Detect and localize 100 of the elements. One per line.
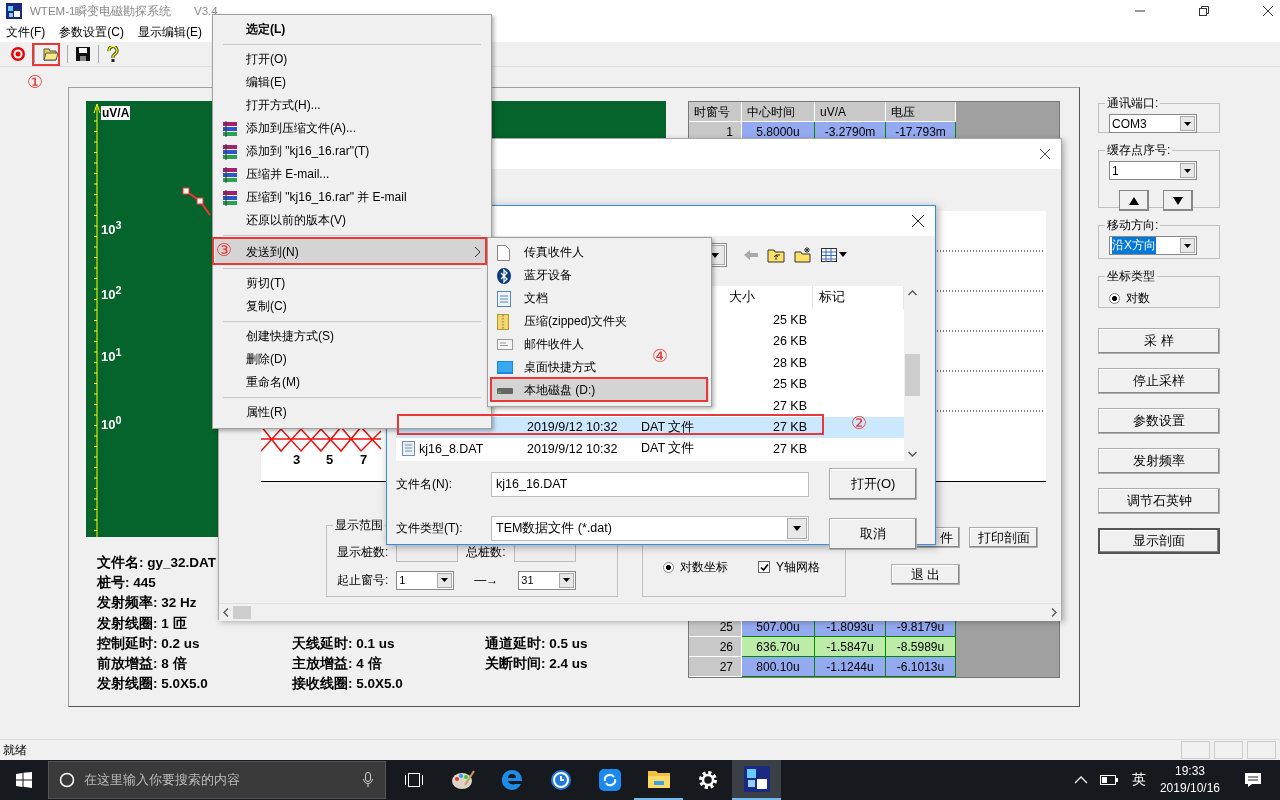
radio-button[interactable] (663, 561, 674, 573)
dropdown-button[interactable] (1180, 238, 1195, 253)
action-button[interactable]: 发射频率 (1098, 448, 1220, 474)
clock-date[interactable]: 2019/10/16 (1159, 780, 1220, 797)
menu-item[interactable]: 添加到 "kj16_16.rar"(T) (215, 140, 489, 163)
search-field[interactable]: 在这里输入你要搜索的内容 (48, 761, 386, 799)
action-button[interactable]: 停止采样 (1098, 368, 1220, 394)
chevron-down-icon[interactable] (908, 451, 917, 457)
action-button[interactable]: 参数设置 (1098, 408, 1220, 434)
column-header[interactable]: 大小 (723, 286, 813, 309)
info-text: 关断时间: 2.4 us (485, 655, 588, 674)
clock-time[interactable]: 19:33 (1174, 763, 1205, 780)
down-button[interactable] (1163, 190, 1193, 211)
menu-item[interactable]: 压缩(zipped)文件夹 (490, 310, 632, 333)
notification-icon[interactable] (1244, 772, 1262, 788)
file-icon (402, 441, 415, 457)
tick-label: 10$^{2}$ (101, 284, 122, 303)
restore-icon[interactable] (1198, 5, 1210, 17)
target-icon[interactable] (10, 46, 26, 62)
menu-item[interactable]: 删除(D) (215, 348, 489, 371)
caret-icon (1184, 168, 1191, 173)
action-button[interactable]: 调节石英钟 (1098, 488, 1220, 514)
radio-button[interactable] (1109, 292, 1120, 304)
axis-label: uV/A (101, 106, 131, 120)
menu-item[interactable]: 压缩到 "kj16_16.rar" 并 E-mail (215, 186, 489, 209)
checkbox[interactable] (758, 561, 770, 573)
file-row[interactable]: kj16_8.DAT 2019/9/12 10:32 DAT 文件 27 KB (396, 438, 904, 460)
dropdown-button[interactable] (1180, 116, 1195, 131)
action-button[interactable]: 显示剖面 (1098, 528, 1220, 554)
scroll-thumb[interactable] (233, 606, 251, 619)
column-header[interactable]: 中心时间 (742, 102, 815, 122)
menu-item[interactable]: 打开方式(H)... (215, 94, 489, 117)
menu-item[interactable]: 添加到压缩文件(A)... (215, 117, 489, 140)
menu-item[interactable]: 选定(L) (215, 18, 489, 41)
menu-item[interactable]: 桌面快捷方式 (490, 356, 600, 379)
column-header[interactable]: uV/A (815, 102, 886, 122)
range-arrow: —→ (474, 573, 499, 587)
dropdown-field[interactable]: COM3 (1109, 114, 1197, 133)
step-number: ③ (216, 239, 233, 261)
action-button[interactable]: 打印剖面 (969, 527, 1038, 548)
input-method-indicator[interactable]: 英 (1131, 771, 1146, 789)
dropdown-field[interactable]: TEM数据文件 (*.dat) (491, 515, 809, 541)
close-icon[interactable] (1039, 148, 1051, 160)
taskbar-button[interactable] (732, 760, 781, 800)
column-header[interactable]: 时窗号 (689, 102, 742, 122)
chevron-right-icon[interactable] (1051, 608, 1057, 617)
column-header[interactable]: 电压 (886, 102, 956, 122)
scroll-thumb[interactable] (905, 354, 920, 396)
menu-item[interactable]: 创建快捷方式(S) (215, 325, 489, 348)
cancel-button[interactable]: 取消 (829, 518, 917, 550)
menu-item[interactable]: 蓝牙设备 (490, 264, 576, 287)
up-folder-icon[interactable] (767, 247, 785, 263)
battery-icon[interactable] (1099, 775, 1118, 785)
tick-label: 10$^{3}$ (101, 219, 122, 238)
table-cell: -8.5989u (886, 637, 956, 657)
menu-item[interactable]: 编辑(E) (215, 71, 489, 94)
chevron-right-icon (474, 246, 481, 258)
dropdown-field[interactable]: 31 (518, 570, 577, 590)
menu-item[interactable]: 传真收件人 (490, 241, 588, 264)
new-folder-icon[interactable] (794, 247, 812, 263)
save-icon[interactable] (76, 47, 90, 61)
menu-item[interactable]: 剪切(T) (215, 272, 489, 295)
up-triangle-icon (1129, 196, 1139, 205)
menu-item[interactable]: 压缩并 E-mail... (215, 163, 489, 186)
filename-field[interactable]: kj16_16.DAT (491, 471, 809, 497)
up-button[interactable] (1119, 190, 1149, 211)
close-icon[interactable] (1262, 5, 1274, 17)
dropdown-field[interactable]: 1 (396, 570, 455, 590)
folder-icon[interactable] (43, 47, 59, 61)
close-icon[interactable] (911, 214, 925, 228)
menu-item[interactable]: 显示编辑(E) (138, 23, 202, 41)
menu-item[interactable]: 复制(C) (215, 295, 489, 318)
table-cell: 26 (689, 637, 742, 657)
scrollbar[interactable] (219, 603, 1061, 621)
help-icon[interactable] (107, 46, 119, 62)
menu-item[interactable]: 还原以前的版本(V) (215, 209, 489, 232)
menu-item[interactable]: 重命名(M) (215, 371, 489, 394)
file-size: 27 KB (772, 420, 807, 435)
dropdown-field[interactable]: 沿X方向 (1109, 236, 1197, 255)
dropdown-button[interactable] (787, 517, 807, 539)
menu-item[interactable]: 文档 (490, 287, 552, 310)
chevron-left-icon[interactable] (223, 608, 229, 617)
dropdown-field[interactable]: 1 (1109, 161, 1197, 180)
microphone-icon[interactable] (363, 772, 373, 788)
dropdown-button[interactable] (437, 572, 453, 588)
menu-item[interactable]: 文件(F) (6, 23, 46, 41)
dropdown-button[interactable] (559, 572, 575, 588)
open-button[interactable]: 打开(O) (829, 468, 917, 500)
info-text: 桩号: 445 (97, 574, 156, 593)
menu-item[interactable]: 邮件收件人 (490, 333, 588, 356)
action-button[interactable]: 退 出 (891, 564, 960, 585)
file-date: 2019/9/12 10:32 (527, 441, 618, 456)
action-button[interactable]: 采 样 (1098, 328, 1220, 354)
bluetooth-icon (497, 267, 511, 284)
menu-item[interactable]: 参数设置(C) (59, 23, 124, 41)
file-size: 27 KB (772, 441, 807, 456)
dropdown-button[interactable] (1180, 163, 1195, 178)
view-menu-icon[interactable] (821, 248, 847, 262)
menu-item[interactable]: 本地磁盘 (D:) (490, 379, 709, 402)
menu-item[interactable]: 打开(O) (215, 48, 489, 71)
